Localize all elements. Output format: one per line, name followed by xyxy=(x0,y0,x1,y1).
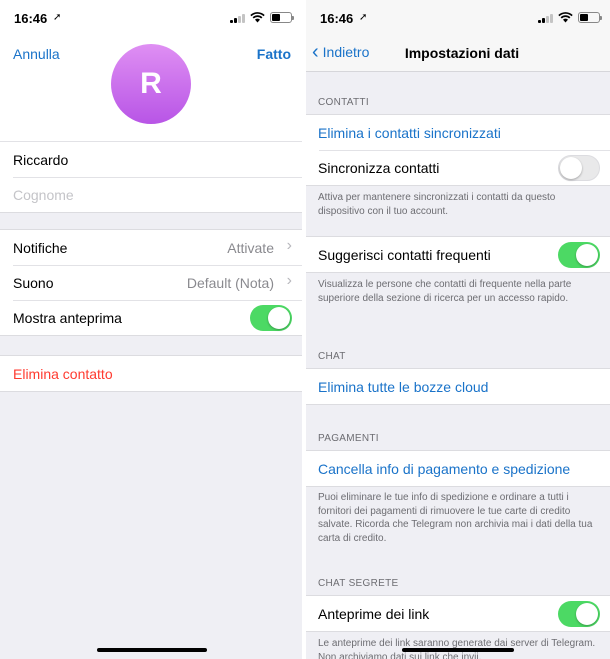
location-arrow-icon: ➚ xyxy=(53,12,62,23)
contact-header: 16:46 ➚ Annulla Fatto R xyxy=(0,0,302,142)
contact-edit-screen: 16:46 ➚ Annulla Fatto R Riccardo Cognome… xyxy=(0,0,302,659)
last-name-field[interactable]: Cognome xyxy=(0,177,302,212)
suggest-contacts-group: Suggerisci contatti frequenti xyxy=(306,236,610,273)
delete-cloud-drafts-button[interactable]: Elimina tutte le bozze cloud xyxy=(306,369,610,404)
location-arrow-icon: ➚ xyxy=(359,12,368,23)
clear-payment-info-label: Cancella info di pagamento e spedizione xyxy=(318,460,571,477)
page-title: Impostazioni dati xyxy=(404,45,520,61)
payments-note: Puoi eliminare le tue info di spedizione… xyxy=(318,492,593,544)
suggest-contacts-row: Suggerisci contatti frequenti xyxy=(306,237,610,272)
chevron-right-icon: › xyxy=(286,272,292,289)
data-settings-screen: 16:46 ➚ ‹ Indietro Impostazioni dati CON… xyxy=(306,0,610,659)
payments-group: Cancella info di pagamento e spedizione xyxy=(306,450,610,487)
suggest-contacts-toggle[interactable] xyxy=(558,242,600,268)
sync-contacts-label: Sincronizza contatti xyxy=(318,159,440,176)
sync-contacts-toggle[interactable] xyxy=(558,155,600,181)
secret-chats-group: Anteprime dei link xyxy=(306,595,610,632)
show-preview-label: Mostra anteprima xyxy=(13,309,122,326)
notifications-row[interactable]: Notifiche Attivate › xyxy=(0,230,302,265)
first-name-value: Riccardo xyxy=(13,151,69,168)
delete-synced-contacts-button[interactable]: Elimina i contatti sincronizzati xyxy=(306,115,610,150)
navigation-bar: 16:46 ➚ ‹ Indietro Impostazioni dati xyxy=(306,0,610,72)
link-preview-label: Anteprime dei link xyxy=(318,605,430,622)
contact-settings: Notifiche Attivate › Suono Default (Nota… xyxy=(0,229,302,336)
chevron-right-icon: › xyxy=(286,237,292,254)
sound-row[interactable]: Suono Default (Nota) › xyxy=(0,265,302,300)
notifications-label: Notifiche xyxy=(13,239,68,256)
status-icons xyxy=(538,12,602,23)
show-preview-toggle[interactable] xyxy=(250,305,292,331)
status-bar: 16:46 ➚ xyxy=(306,0,610,36)
link-preview-toggle[interactable] xyxy=(558,601,600,627)
secret-chats-section-header: CHAT SEGRETE xyxy=(318,578,399,589)
sync-contacts-note: Attiva per mantenere sincronizzati i con… xyxy=(318,192,556,217)
wifi-icon xyxy=(250,12,265,23)
done-button[interactable]: Fatto xyxy=(257,46,291,62)
show-preview-row: Mostra anteprima xyxy=(0,300,302,335)
chat-section-header: CHAT xyxy=(318,351,346,362)
battery-icon xyxy=(578,12,602,23)
cellular-signal-icon xyxy=(538,13,553,23)
first-name-field[interactable]: Riccardo xyxy=(0,142,302,177)
battery-icon xyxy=(270,12,294,23)
suggest-contacts-label: Suggerisci contatti frequenti xyxy=(318,246,491,263)
status-bar: 16:46 ➚ xyxy=(0,0,302,36)
payments-section-header: PAGAMENTI xyxy=(318,433,379,444)
notifications-value: Attivate xyxy=(227,239,274,256)
contacts-section-header: CONTATTI xyxy=(318,97,369,108)
status-time: 16:46 xyxy=(14,11,48,26)
suggest-contacts-note: Visualizza le persone che contatti di fr… xyxy=(318,279,572,304)
home-indicator xyxy=(97,648,207,652)
delete-contact-label: Elimina contatto xyxy=(13,365,113,382)
link-preview-row: Anteprime dei link xyxy=(306,596,610,631)
home-indicator xyxy=(402,648,514,652)
last-name-placeholder: Cognome xyxy=(13,186,74,203)
avatar-initial: R xyxy=(140,67,162,100)
sound-value: Default (Nota) xyxy=(186,274,274,291)
delete-cloud-drafts-label: Elimina tutte le bozze cloud xyxy=(318,378,489,395)
wifi-icon xyxy=(558,12,573,23)
contacts-group: Elimina i contatti sincronizzati Sincron… xyxy=(306,114,610,186)
delete-contact-button[interactable]: Elimina contatto xyxy=(0,356,302,391)
clear-payment-info-button[interactable]: Cancella info di pagamento e spedizione xyxy=(306,451,610,486)
chat-group: Elimina tutte le bozze cloud xyxy=(306,368,610,405)
sync-contacts-row: Sincronizza contatti xyxy=(306,150,610,185)
delete-contact-group: Elimina contatto xyxy=(0,355,302,392)
status-time: 16:46 xyxy=(320,11,354,26)
name-fields: Riccardo Cognome xyxy=(0,141,302,213)
cellular-signal-icon xyxy=(230,13,245,23)
cancel-button[interactable]: Annulla xyxy=(13,46,60,62)
sound-label: Suono xyxy=(13,274,54,291)
delete-synced-contacts-label: Elimina i contatti sincronizzati xyxy=(318,124,501,141)
contact-avatar[interactable]: R xyxy=(111,44,191,124)
status-icons xyxy=(230,12,294,23)
